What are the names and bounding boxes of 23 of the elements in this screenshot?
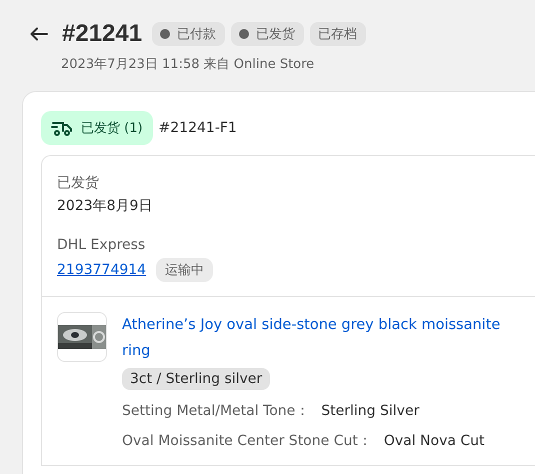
dot-icon: [239, 29, 250, 39]
truck-icon: [51, 120, 73, 136]
shipment-state: 已发货: [57, 174, 100, 193]
carrier-name: DHL Express: [57, 236, 146, 255]
tracking-status: 运输中: [156, 258, 214, 282]
fulfilled-badge: 已发货 (1): [41, 111, 153, 145]
property-value: Sterling Silver: [321, 403, 420, 419]
back-button[interactable]: [28, 25, 50, 43]
order-subtitle: 2023年7月23日 11:58 来自 Online Store: [61, 56, 316, 73]
dot-icon: [160, 29, 170, 39]
shipment-date: 2023年8月9日: [57, 197, 154, 216]
property-name: Oval Moissanite Center Stone Cut：: [122, 433, 372, 449]
variant-tag: 3ct / Sterling silver: [122, 368, 270, 390]
tracking-link[interactable]: 2193774914: [57, 262, 146, 278]
status-tag: 已存档: [310, 22, 366, 46]
status-tag: 已付款: [152, 22, 226, 46]
property-value: Oval Nova Cut: [384, 433, 485, 449]
product-title-link[interactable]: Atherine’s Joy oval side-stone grey black moissanite ring: [122, 312, 532, 364]
status-tag: 已发货: [231, 22, 304, 46]
fulfillment-id: #21241-F1: [158, 120, 237, 136]
back-arrow-icon: [30, 27, 48, 41]
order-number: #21241: [62, 20, 142, 48]
property-name: Setting Metal/Metal Tone：: [122, 403, 310, 419]
